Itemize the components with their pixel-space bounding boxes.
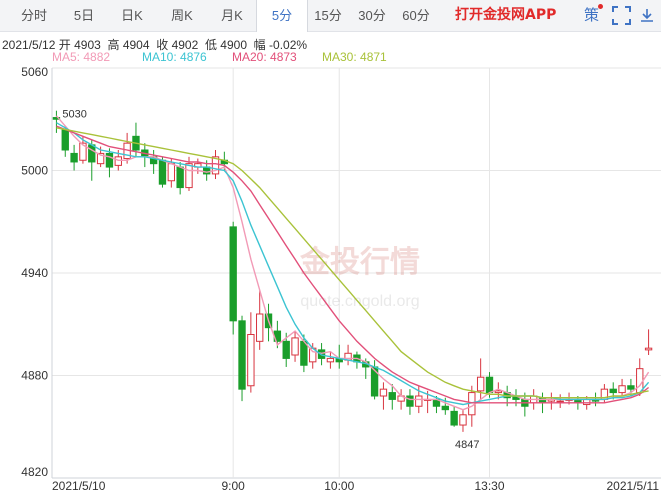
candle-body	[61, 129, 69, 151]
candle-body	[415, 395, 423, 407]
low-annotation: 4847	[455, 439, 479, 451]
y-tick-label: 4880	[21, 369, 48, 383]
x-tick-label: 9:00	[222, 479, 246, 493]
y-tick-label: 4820	[21, 465, 48, 479]
candle-body	[70, 152, 78, 163]
candle-body	[167, 163, 175, 182]
candle-body	[583, 398, 591, 406]
candle-body	[556, 400, 564, 403]
y-tick-label: 4940	[21, 266, 48, 280]
high-annotation: 5030	[62, 108, 86, 120]
candle-body	[618, 385, 626, 394]
x-tick-label: 10:00	[324, 479, 354, 493]
candle-body	[256, 313, 264, 342]
watermark-brand: 金投行情	[299, 245, 420, 280]
candle-body	[282, 340, 290, 359]
candle-body	[538, 397, 547, 404]
candle-body	[114, 156, 122, 166]
candle-body	[476, 376, 485, 392]
y-tick-label: 5060	[21, 65, 48, 79]
candle-body	[459, 414, 467, 426]
candle-body	[176, 166, 184, 189]
x-tick-label: 2021/5/11	[607, 479, 660, 493]
y-tick-label: 5000	[21, 164, 48, 178]
watermark-url: quote.cngold.org	[300, 293, 419, 310]
candle-body	[485, 376, 494, 394]
candle-body	[379, 388, 388, 397]
candle-body	[88, 144, 96, 163]
x-tick-label: 2021/5/10	[52, 479, 106, 493]
candle-body	[494, 390, 503, 394]
candle-body	[388, 392, 396, 400]
candle-body	[441, 405, 449, 411]
candle-body	[185, 163, 193, 189]
candle-body	[644, 347, 653, 351]
candle-body	[326, 357, 335, 363]
candle-body	[627, 385, 635, 390]
candle-body	[247, 334, 255, 387]
candle-body	[291, 337, 299, 356]
candle-body	[229, 226, 237, 322]
candle-body	[238, 320, 246, 390]
x-tick-label: 13:30	[474, 479, 504, 493]
candlestick-chart[interactable]: 5060 5000 4940 4880 4820 2021/5/10 9:00 10:00 13…	[0, 0, 661, 493]
candle-body	[406, 395, 414, 407]
candle-body	[105, 152, 114, 168]
candle-body	[450, 410, 458, 426]
candle-body	[609, 388, 617, 394]
candle-body	[158, 159, 167, 185]
